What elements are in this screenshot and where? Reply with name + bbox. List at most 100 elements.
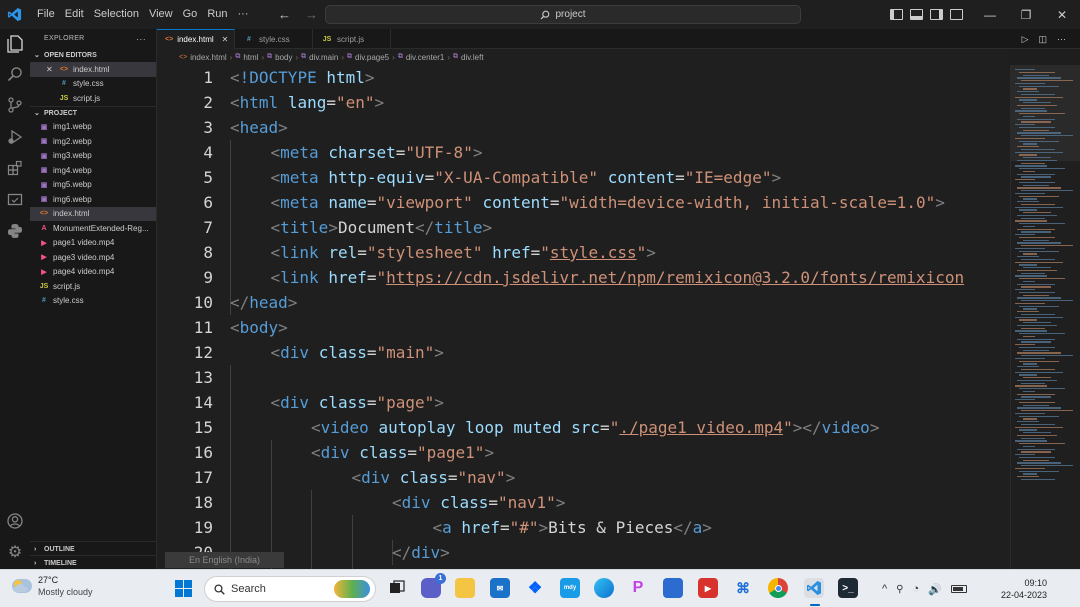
volume-icon[interactable]: 🔊 [928,583,942,596]
source-control-icon[interactable] [6,97,24,115]
code-token: "main" [376,343,435,362]
file-tree-item[interactable]: ▶ page4 video.mp4 [30,265,156,280]
mdy-app-icon[interactable]: mdy [560,578,580,598]
location-icon[interactable]: ⚲ [896,584,903,595]
store-icon[interactable] [663,578,683,598]
minimize-icon[interactable]: — [972,8,1008,22]
menu-item[interactable]: Edit [60,0,89,29]
menu-item[interactable]: Go [178,0,203,29]
run-file-icon[interactable]: ▷ [1022,34,1029,45]
tab-js[interactable]: JS script.js [313,29,391,49]
open-editor-item[interactable]: # style.css [30,77,156,92]
toggle-primary-sidebar-icon[interactable] [890,9,903,20]
breadcrumb-item[interactable]: div.center1 [406,53,445,62]
menu-item[interactable]: ··· [233,0,254,29]
minimap-line [1021,465,1073,467]
toggle-panel-icon[interactable] [910,9,923,20]
file-tree-item[interactable]: # style.css [30,294,156,309]
code-token: </ [673,518,693,537]
python-icon[interactable] [6,223,24,241]
minimap-line [1021,135,1073,137]
edge-icon[interactable] [594,578,614,598]
file-tree-item[interactable]: ▣ img4.webp [30,163,156,178]
file-tree-item[interactable]: ▣ img5.webp [30,178,156,193]
dropbox-icon[interactable]: ❖ [525,578,545,598]
minimap-line [1023,404,1049,406]
menu-item[interactable]: Selection [89,0,144,29]
file-tree-item[interactable]: ▣ img3.webp [30,149,156,164]
weather-widget[interactable]: 27°C Mostly cloudy [12,574,93,598]
split-editor-icon[interactable]: ◫ [1038,34,1047,45]
extensions-icon[interactable] [6,160,24,178]
picsart-icon[interactable]: P [628,578,648,598]
more-actions-icon[interactable]: ··· [136,34,146,44]
file-name: MonumentExtended-Reg... [53,223,149,233]
back-arrow-icon[interactable]: ← [278,7,291,22]
menu-item[interactable]: File [32,0,60,29]
element-icon: ⧉ [301,53,307,60]
open-editor-item[interactable]: ✕ <> index.html [30,62,156,77]
task-view-icon[interactable] [387,578,407,598]
battery-icon[interactable] [950,585,967,593]
minimap-line [1017,421,1039,423]
outline-panel[interactable]: › OUTLINE [30,541,157,556]
close-tab-icon[interactable]: ✕ [222,35,229,44]
minimap-line [1017,297,1061,299]
code-token: > [555,493,566,512]
chevron-up-icon[interactable]: ^ [882,583,887,595]
file-tree-item[interactable]: A MonumentExtended-Reg... [30,221,156,236]
command-center-search[interactable]: project [325,5,801,24]
close-icon[interactable]: ✕ [46,65,58,74]
customize-layout-icon[interactable] [950,9,963,20]
remote-explorer-icon[interactable] [6,192,24,210]
file-explorer-icon[interactable] [455,578,475,598]
file-tree-item[interactable]: ▣ img6.webp [30,192,156,207]
more-editor-actions-icon[interactable]: ··· [1057,34,1066,44]
file-tree-item[interactable]: JS script.js [30,279,156,294]
clipchamp-icon[interactable]: ⌘ [733,578,753,598]
project-section[interactable]: ⌄ PROJECT [30,105,156,120]
settings-gear-icon[interactable]: ⚙ [6,544,24,562]
file-name: img1.webp [53,122,92,132]
terminal-icon[interactable]: >_ [838,578,858,598]
open-editors-section[interactable]: ⌄ OPEN EDITORS [30,48,156,62]
toggle-secondary-sidebar-icon[interactable] [930,9,943,20]
close-icon[interactable]: ✕ [1044,8,1080,22]
media-player-icon[interactable]: ▶ [698,578,718,598]
mail-icon[interactable]: ✉ [490,578,510,598]
breadcrumb-item[interactable]: index.html [190,53,226,62]
file-tree-item[interactable]: <> index.html [30,206,156,221]
menu-item[interactable]: View [144,0,178,29]
wifi-icon[interactable]: ◔ [913,583,920,595]
code-editor[interactable]: 1 <!DOCTYPE html> 2 <html lang="en"> 3 <head>… [157,65,1010,569]
breadcrumb-item[interactable]: body [275,53,292,62]
taskbar-search[interactable]: Search [204,576,376,602]
file-tree-item[interactable]: ▶ page3 video.mp4 [30,250,156,265]
search-icon[interactable] [6,66,24,84]
account-icon[interactable] [6,513,24,531]
file-tree-item[interactable]: ▶ page1 video.mp4 [30,236,156,251]
run-debug-icon[interactable] [6,129,24,147]
chrome-icon[interactable] [768,578,788,598]
breadcrumb-item[interactable]: html [243,53,258,62]
breadcrumb-item[interactable]: div.page5 [355,53,389,62]
explorer-icon[interactable] [6,35,24,53]
teams-chat-icon[interactable]: 1 [421,573,446,598]
vscode-taskbar-icon[interactable] [804,578,824,598]
open-editor-item[interactable]: JS script.js [30,91,156,106]
breadcrumb-item[interactable]: div.left [461,53,484,62]
forward-arrow-icon[interactable]: → [305,7,318,22]
timeline-panel[interactable]: › TIMELINE [30,555,157,570]
taskbar-clock[interactable]: 09:10 22-04-2023 [1001,577,1047,601]
tab-css[interactable]: # style.css [235,29,313,49]
breadcrumb-item[interactable]: div.main [309,53,338,62]
tab-html[interactable]: <> index.html ✕ [157,29,235,49]
file-tree-item[interactable]: ▣ img2.webp [30,134,156,149]
restore-icon[interactable]: ❐ [1008,8,1044,22]
windows-start-icon[interactable] [175,580,192,597]
file-tree-item[interactable]: ▣ img1.webp [30,120,156,135]
menu-item[interactable]: Run [202,0,232,29]
code-token: href [492,243,531,262]
minimap[interactable] [1010,65,1080,569]
code-token: > [374,93,385,112]
